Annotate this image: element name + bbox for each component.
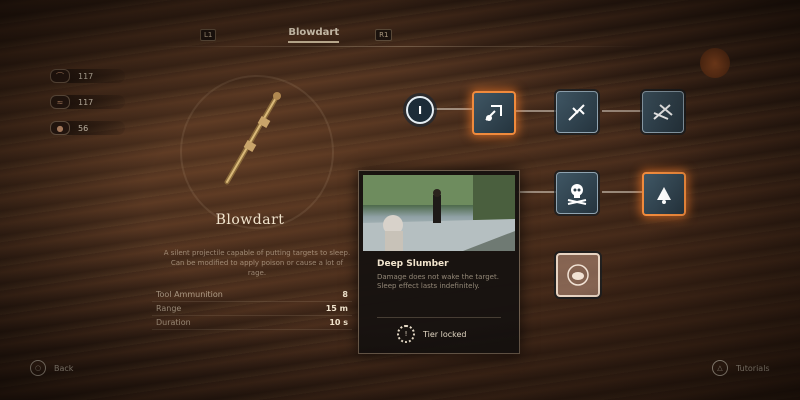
- skill-tooltip-card: Deep Slumber Damage does not wake the ta…: [358, 170, 520, 354]
- animal-icon: [567, 264, 589, 286]
- skill-node-blowdart[interactable]: [472, 91, 516, 135]
- feather-icon: ⌒: [50, 69, 70, 83]
- skull-icon: [567, 184, 587, 205]
- hide-icon: ≈: [50, 95, 70, 109]
- tutorials-label: Tutorials: [736, 363, 770, 373]
- item-title: Blowdart: [215, 212, 285, 228]
- stat-row: Range 15 m: [152, 302, 352, 316]
- stat-label: Tool Ammunition: [156, 290, 223, 299]
- blowdart-icon: [224, 92, 281, 185]
- resource-hides: ≈ 117: [50, 94, 125, 110]
- tree-connector: [514, 110, 556, 112]
- bell-icon: [657, 187, 671, 204]
- skill-node-spread[interactable]: [642, 91, 684, 133]
- resource-feathers: ⌒ 117: [50, 68, 125, 84]
- tab-blowdart[interactable]: Blowdart: [288, 27, 340, 43]
- stat-label: Duration: [156, 318, 191, 327]
- back-label: Back: [54, 363, 74, 373]
- back-hint[interactable]: ○ Back: [30, 360, 73, 376]
- tooltip-title: Deep Slumber: [377, 259, 449, 269]
- category-tabs: L1 Blowdart R1: [200, 24, 600, 46]
- tier-status: ! Tier locked: [397, 325, 466, 343]
- tabs-divider: [150, 46, 650, 47]
- skill-preview-image: [363, 175, 515, 251]
- tutorials-hint[interactable]: △ Tutorials: [712, 360, 770, 376]
- tooltip-description: Damage does not wake the target. Sleep e…: [377, 273, 499, 290]
- tab-left-button[interactable]: L1: [200, 29, 217, 41]
- skill-node-poison[interactable]: [556, 91, 598, 133]
- stat-value: 10 s: [329, 318, 348, 327]
- tree-connector: [518, 191, 556, 193]
- skill-node-skull[interactable]: [556, 172, 598, 214]
- item-stats: Tool Ammunition 8 Range 15 m Duration 10…: [152, 288, 352, 330]
- tree-connector: [602, 191, 642, 193]
- circle-button-icon: ○: [30, 360, 46, 376]
- tooltip-divider: [377, 317, 501, 318]
- skill-node-alarm[interactable]: [642, 172, 686, 216]
- stat-value: 8: [342, 290, 348, 299]
- stat-value: 15 m: [325, 304, 348, 313]
- stat-row: Duration 10 s: [152, 316, 352, 330]
- gear-icon: !: [397, 325, 415, 343]
- poison-dart-icon: [568, 104, 585, 121]
- stat-label: Range: [156, 304, 182, 313]
- resource-value: 117: [78, 71, 94, 81]
- resource-ore: ● 56: [50, 120, 125, 136]
- background-decor: [700, 48, 730, 78]
- triangle-button-icon: △: [712, 360, 728, 376]
- tree-connector: [430, 108, 472, 110]
- tier-status-label: Tier locked: [423, 329, 467, 339]
- dart-icon: [485, 105, 502, 121]
- resource-value: 56: [78, 123, 89, 133]
- skill-node-locked[interactable]: [556, 253, 600, 297]
- spread-dart-icon: [653, 104, 673, 120]
- tier-marker: I: [406, 96, 434, 124]
- resource-value: 117: [78, 97, 94, 107]
- ore-icon: ●: [50, 121, 70, 135]
- stat-row: Tool Ammunition 8: [152, 288, 352, 302]
- tree-connector: [602, 110, 642, 112]
- tab-right-button[interactable]: R1: [375, 29, 393, 41]
- item-description: A silent projectile capable of putting t…: [163, 249, 351, 277]
